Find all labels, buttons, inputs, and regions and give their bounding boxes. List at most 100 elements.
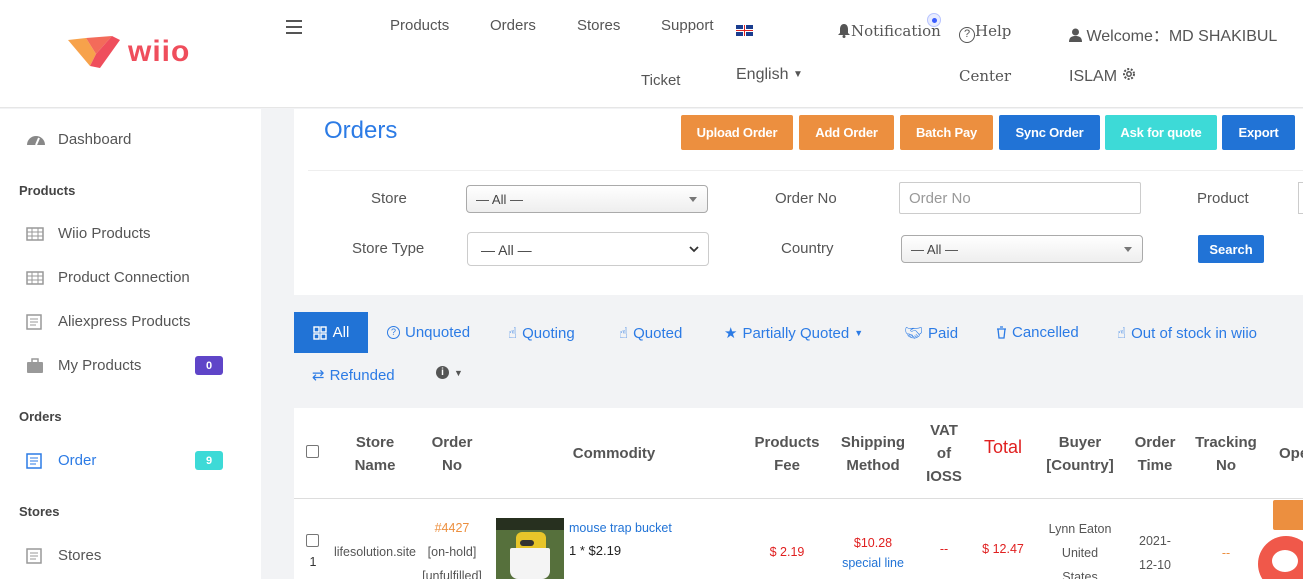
welcome-user[interactable]: Welcome：MD SHAKIBUL — [1069, 22, 1277, 46]
nav-products[interactable]: Products — [390, 17, 449, 34]
row-total: $ 12.47 — [982, 542, 1024, 556]
sidebar-label: Dashboard — [58, 131, 132, 148]
nav-orders[interactable]: Orders — [490, 17, 536, 34]
list-doc-icon — [26, 452, 46, 469]
menu-toggle-icon[interactable] — [286, 20, 302, 34]
notification-dot-icon — [927, 13, 941, 27]
product-filter-label: Product — [1197, 190, 1249, 207]
order-no-filter-label: Order No — [775, 190, 837, 207]
sidebar-item-order[interactable]: Order 9 — [26, 451, 226, 470]
row-quantity-price: 1 * $2.19 — [569, 543, 622, 558]
language-selector[interactable]: English ▼ — [736, 66, 803, 84]
store-filter-label: Store — [371, 190, 407, 207]
row-action-button[interactable] — [1273, 500, 1303, 530]
list-doc-icon — [26, 313, 46, 330]
header-line: Time — [1137, 457, 1173, 474]
wiio-logo[interactable]: wiio — [66, 34, 190, 70]
header-line: Order — [1134, 434, 1176, 451]
tab-label: Quoting — [522, 324, 575, 342]
notification-label: Notification — [851, 22, 941, 40]
tab-quoted[interactable]: ☝ Quoted — [619, 324, 682, 343]
col-operation: Ope — [1279, 445, 1303, 462]
nav-notification[interactable]: Notification — [837, 22, 941, 40]
header-line: IOSS — [926, 468, 962, 485]
sidebar-item-my-products[interactable]: My Products 0 — [26, 356, 226, 375]
star-icon: ★ — [724, 325, 738, 342]
tab-paid[interactable]: 🤝︎ Paid — [904, 324, 958, 343]
help-circle-icon: ? — [959, 27, 975, 43]
nav-ticket[interactable]: Ticket — [641, 72, 680, 89]
gear-icon — [1123, 68, 1136, 80]
bell-icon — [838, 24, 850, 38]
product-input[interactable] — [1298, 182, 1303, 214]
country-select-value: — All — — [911, 242, 958, 257]
row-vat: -- — [939, 542, 949, 556]
header-line: of — [936, 445, 952, 462]
sidebar-section-products: Products — [19, 183, 76, 198]
tab-refunded[interactable]: ⇄ Refunded — [312, 366, 395, 385]
sync-order-button[interactable]: Sync Order — [999, 115, 1100, 150]
row-order-number[interactable]: #4427 — [418, 517, 486, 540]
select-all-checkbox[interactable] — [306, 445, 319, 458]
col-total: Total — [983, 437, 1023, 457]
upload-order-button[interactable]: Upload Order — [681, 115, 793, 150]
row-order-time-2: 12-10 — [1139, 558, 1171, 572]
table-icon — [26, 226, 46, 241]
sidebar-section-stores: Stores — [19, 504, 60, 519]
country-select[interactable]: — All — — [901, 235, 1143, 263]
store-type-select[interactable]: — All — — [467, 232, 709, 266]
header-line: Store — [355, 434, 395, 451]
tab-cancelled[interactable]: Cancelled — [996, 324, 1079, 341]
add-order-button[interactable]: Add Order — [799, 115, 894, 150]
header-line: No — [442, 457, 462, 474]
caret-down-icon — [1124, 247, 1132, 252]
order-no-input[interactable]: Order No — [899, 182, 1141, 214]
tab-quoting[interactable]: ☝ Quoting — [508, 324, 575, 343]
caret-down-icon — [689, 197, 697, 202]
sidebar-item-stores[interactable]: Stores — [26, 547, 226, 564]
sidebar: Dashboard Products Wiio Products Product… — [0, 109, 261, 579]
batch-pay-button[interactable]: Batch Pay — [900, 115, 993, 150]
export-button[interactable]: Export — [1222, 115, 1295, 150]
uk-flag-icon[interactable] — [736, 25, 753, 36]
user-settings[interactable]: ISLAM — [1069, 66, 1137, 86]
handshake-icon: 🤝︎ — [904, 325, 924, 342]
header-line: Fee — [774, 457, 800, 474]
language-label: English — [736, 66, 789, 83]
store-select[interactable]: — All — — [466, 185, 708, 213]
row-fulfillment-status: [unfulfilled] — [422, 569, 482, 579]
sidebar-item-wiio-products[interactable]: Wiio Products — [26, 225, 226, 242]
sidebar-label: My Products — [58, 357, 142, 374]
nav-help[interactable]: ? Help — [959, 22, 1011, 43]
sidebar-label: Stores — [58, 547, 102, 564]
row-shipping-method[interactable]: special line — [834, 552, 912, 575]
row-product-name[interactable]: mouse trap bucket — [569, 517, 672, 540]
nav-support[interactable]: Support — [661, 17, 714, 34]
sidebar-item-dashboard[interactable]: Dashboard — [26, 131, 226, 148]
tab-all[interactable]: All — [294, 312, 368, 353]
info-dropdown[interactable]: i ▼ — [436, 366, 463, 379]
row-order-time: 2021- — [1139, 534, 1171, 548]
ask-for-quote-button[interactable]: Ask for quote — [1105, 115, 1217, 150]
header-line: Name — [354, 457, 396, 474]
sidebar-label: Product Connection — [58, 269, 190, 286]
tab-partially-quoted[interactable]: ★ Partially Quoted ▼ — [724, 324, 863, 343]
sidebar-item-aliexpress-products[interactable]: Aliexpress Products — [26, 313, 226, 330]
nav-stores[interactable]: Stores — [577, 17, 620, 34]
tab-unquoted[interactable]: ? Unquoted — [387, 324, 470, 341]
tab-out-of-stock[interactable]: ☝ Out of stock in wiio — [1117, 324, 1258, 343]
tab-label: Refunded — [329, 366, 395, 384]
hand-pointer-icon: ☝ — [1117, 325, 1127, 342]
row-products-fee: $ 2.19 — [769, 545, 805, 559]
table-icon — [26, 270, 46, 285]
list-doc-icon — [26, 547, 46, 564]
header-line: Products — [754, 434, 820, 451]
sidebar-item-product-connection[interactable]: Product Connection — [26, 269, 226, 286]
tab-label: Out of stock in wiio — [1131, 324, 1258, 342]
row-index: 1 — [309, 555, 317, 569]
row-checkbox[interactable] — [306, 534, 319, 547]
search-button[interactable]: Search — [1198, 235, 1264, 263]
chevron-down-icon — [689, 246, 699, 253]
nav-help-center[interactable]: Center — [959, 67, 1011, 85]
product-thumbnail[interactable] — [496, 518, 564, 579]
